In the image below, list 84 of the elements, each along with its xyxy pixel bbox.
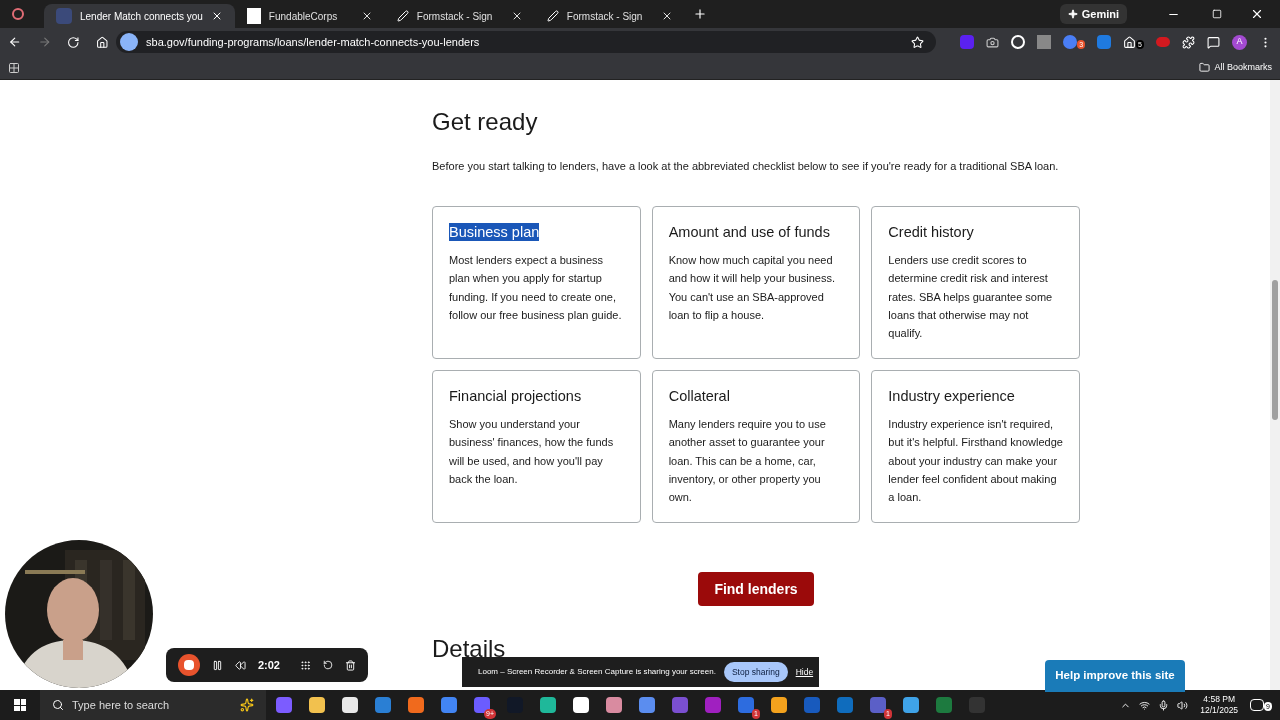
taskbar-search-field[interactable]: Type here to search <box>40 690 266 720</box>
pen-icon <box>546 10 559 22</box>
app-icon[interactable] <box>474 697 490 713</box>
app-icon[interactable] <box>573 697 589 713</box>
app-icon[interactable] <box>540 697 556 713</box>
scrollbar[interactable] <box>1270 80 1280 690</box>
card-title: Amount and use of funds <box>668 223 830 241</box>
card-title: Financial projections <box>449 387 582 405</box>
back-icon[interactable] <box>8 35 22 49</box>
reload-icon[interactable] <box>67 35 80 49</box>
intro-text: Before you start talking to lenders, have a look at the abbreviated checklist below to see if you're ready for a traditional SBA loan. <box>432 159 1059 174</box>
microphone-icon[interactable] <box>1158 699 1170 711</box>
folder-icon <box>1199 62 1211 73</box>
network-icon[interactable] <box>1139 699 1151 711</box>
tab-title: Formstack - Sign <box>416 9 494 24</box>
all-bookmarks-button[interactable]: All Bookmarks <box>1199 60 1272 75</box>
sparkle-icon <box>1067 9 1078 19</box>
rewind-icon[interactable] <box>234 658 246 672</box>
app-icon[interactable] <box>276 697 292 713</box>
app-icon[interactable] <box>903 697 919 713</box>
notification-center-icon[interactable] <box>1250 699 1265 711</box>
address-bar[interactable]: sba.gov/funding-programs/loans/lender-match-connects-you-lenders <box>116 31 937 53</box>
site-icon <box>56 8 72 24</box>
close-icon[interactable] <box>1250 7 1264 21</box>
hide-link[interactable]: Hide <box>795 665 814 679</box>
app-icon[interactable] <box>309 697 325 713</box>
apps-icon[interactable] <box>8 61 20 74</box>
new-tab-icon[interactable] <box>692 7 707 21</box>
stop-sharing-button[interactable]: Stop sharing <box>723 662 788 682</box>
tab-title: Lender Match connects you <box>80 9 203 24</box>
forward-icon[interactable] <box>37 35 51 49</box>
app-icon[interactable] <box>771 697 787 713</box>
page-icon <box>246 8 261 24</box>
browser-tab[interactable]: FundableCorps <box>234 4 385 28</box>
card-text: Know how much capital you need and how it will help your business. You can't use an SBA-approved loan to flip a house. <box>668 253 836 323</box>
app-icon[interactable] <box>408 697 424 713</box>
card-text: Show you understand your business' finances, how the funds will be used, and how you'll pay back the loan. <box>449 417 615 487</box>
card-text: Most lenders expect a business plan when you apply for startup funding. If you need to create one, follow our free business plan guide. <box>449 253 623 323</box>
pause-icon[interactable] <box>212 658 223 672</box>
tab-title: Formstack - Sign <box>566 9 644 24</box>
section-heading: Details <box>432 636 507 662</box>
stop-recording-icon[interactable] <box>178 654 200 676</box>
record-icon[interactable] <box>12 8 24 20</box>
app-icon[interactable] <box>441 697 457 713</box>
sharing-message: Loom – Screen Recorder & Screen Capture is sharing your screen. <box>478 666 716 678</box>
help-improve-button[interactable]: Help improve this site <box>1045 660 1185 692</box>
browser-tab[interactable]: Formstack - Sign <box>384 4 535 28</box>
clock[interactable]: 4:58 PM 12/1/2025 <box>1200 694 1239 716</box>
card-text: Lenders use credit scores to determine credit risk and interest rates. SBA helps guarantee some loans that otherwise may not qualify. <box>888 253 1054 342</box>
app-icon[interactable] <box>639 697 655 713</box>
url-text: sba.gov/funding-programs/loans/lender-match-connects-you-lenders <box>146 34 481 50</box>
card-title: Industry experience <box>888 387 1015 405</box>
app-icon[interactable] <box>342 697 358 713</box>
extension-icon[interactable] <box>1011 35 1026 49</box>
home-icon[interactable] <box>1123 35 1137 49</box>
delete-icon[interactable] <box>345 658 357 672</box>
card-title: Collateral <box>668 387 730 405</box>
bookmark-star-icon[interactable] <box>911 35 925 49</box>
side-panel-icon[interactable] <box>1207 35 1220 49</box>
pen-icon <box>396 10 409 22</box>
browser-tab[interactable]: Formstack - Sign <box>534 4 685 28</box>
browser-tab[interactable]: Lender Match connects you <box>44 4 235 28</box>
restore-icon[interactable] <box>1212 9 1222 19</box>
app-icon[interactable] <box>375 697 391 713</box>
card-title: Business plan <box>449 223 540 241</box>
card-text: Industry experience isn't required, but it's helpful. Firsthand knowledge about your industry can make your lender feel confident about making a loan. <box>888 417 1063 506</box>
profile-avatar[interactable]: A <box>1232 34 1247 50</box>
app-icon[interactable] <box>738 697 754 713</box>
extensions-icon[interactable] <box>1182 35 1195 49</box>
app-icon[interactable] <box>606 697 622 713</box>
grid-icon[interactable] <box>299 658 311 672</box>
tab-title: FundableCorps <box>268 9 339 24</box>
search-icon <box>52 699 64 711</box>
section-heading: Get ready <box>432 107 539 137</box>
find-lenders-button[interactable]: Find lenders <box>698 572 814 606</box>
home-icon[interactable] <box>95 35 109 49</box>
restart-icon[interactable] <box>322 659 334 671</box>
card-title: Credit history <box>888 223 974 241</box>
volume-icon[interactable] <box>1177 699 1189 711</box>
search-placeholder: Type here to search <box>72 697 171 713</box>
gemini-button[interactable]: Gemini <box>1059 4 1127 24</box>
card-text: Many lenders require you to use another asset to guarantee your loan. This can be a home, car, inventory, or other property you own. <box>668 417 827 506</box>
recording-time: 2:02 <box>257 657 280 673</box>
sparkle-icon <box>240 698 254 712</box>
